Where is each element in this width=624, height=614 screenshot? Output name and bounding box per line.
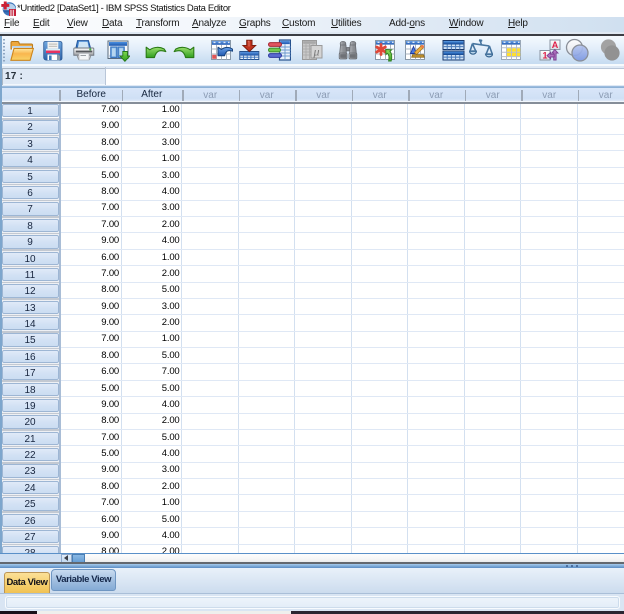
svg-text:A: A [552,40,559,50]
svg-text:μ: μ [312,45,319,59]
